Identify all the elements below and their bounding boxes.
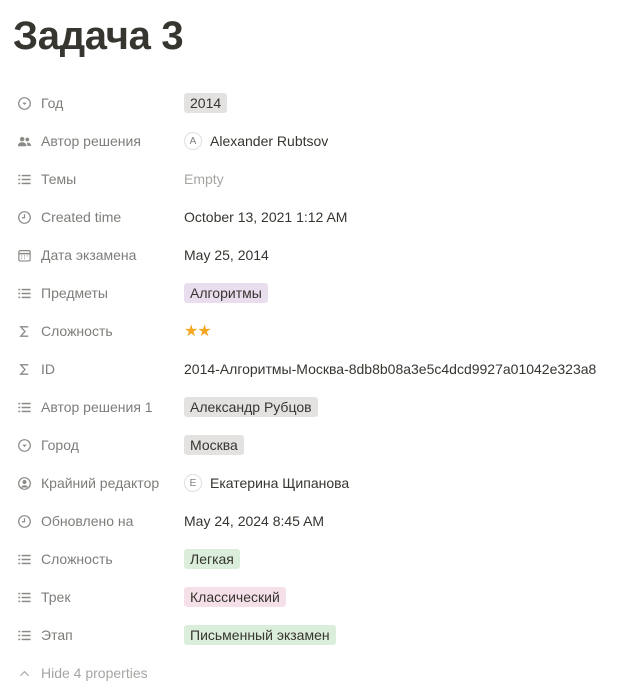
property-row-solution-author: Автор решения A Alexander Rubtsov bbox=[13, 122, 627, 160]
property-label-text: ID bbox=[41, 361, 55, 377]
property-label-id[interactable]: ID bbox=[13, 361, 184, 378]
list-icon bbox=[16, 285, 33, 302]
property-label-text: Трек bbox=[41, 589, 71, 605]
calendar-icon bbox=[16, 247, 33, 264]
list-icon bbox=[16, 399, 33, 416]
avatar: A bbox=[184, 132, 202, 150]
track-tag: Классический bbox=[184, 587, 286, 607]
property-value-last-editor: E Екатерина Щипанова bbox=[184, 474, 349, 492]
property-label-track[interactable]: Трек bbox=[13, 589, 184, 606]
subject-tag: Алгоритмы bbox=[184, 283, 268, 303]
author-tag: Александр Рубцов bbox=[184, 397, 318, 417]
property-label-stage[interactable]: Этап bbox=[13, 627, 184, 644]
property-label-text: Автор решения 1 bbox=[41, 399, 153, 415]
property-row-track: Трек Классический bbox=[13, 578, 627, 616]
property-label-text: Крайний редактор bbox=[41, 475, 160, 491]
person-name: Alexander Rubtsov bbox=[210, 133, 329, 149]
avatar: E bbox=[184, 474, 202, 492]
property-value-subjects[interactable]: Алгоритмы bbox=[184, 283, 268, 303]
property-label-topics[interactable]: Темы bbox=[13, 171, 184, 188]
property-label-difficulty[interactable]: Сложность bbox=[13, 551, 184, 568]
property-row-city: Город Москва bbox=[13, 426, 627, 464]
created-time-value: October 13, 2021 1:12 AM bbox=[184, 209, 348, 225]
property-row-difficulty: Сложность Легкая bbox=[13, 540, 627, 578]
property-label-city[interactable]: Город bbox=[13, 437, 184, 454]
chevron-up-icon bbox=[16, 665, 33, 682]
property-row-subjects: Предметы Алгоритмы bbox=[13, 274, 627, 312]
property-row-stage: Этап Письменный экзамен bbox=[13, 616, 627, 654]
exam-date-value: May 25, 2014 bbox=[184, 247, 269, 263]
property-label-solution-author-1[interactable]: Автор решения 1 bbox=[13, 399, 184, 416]
property-label-text: Город bbox=[41, 437, 79, 453]
property-row-id: ID 2014-Алгоритмы-Москва-8db8b08a3e5c4dc… bbox=[13, 350, 627, 388]
stage-tag: Письменный экзамен bbox=[184, 625, 336, 645]
year-tag: 2014 bbox=[184, 93, 228, 113]
page: Задача 3 Год 2014 Автор решения A Alexan… bbox=[0, 0, 627, 692]
hide-properties-label: Hide 4 properties bbox=[13, 665, 184, 682]
difficulty-tag: Легкая bbox=[184, 549, 240, 569]
people-icon bbox=[16, 133, 33, 150]
property-value-topics[interactable]: Empty bbox=[184, 171, 224, 187]
list-icon bbox=[16, 171, 33, 188]
page-title[interactable]: Задача 3 bbox=[13, 0, 627, 60]
property-label-difficulty-rating[interactable]: Сложность bbox=[13, 323, 184, 340]
property-label-text: Темы bbox=[41, 171, 77, 187]
property-label-solution-author[interactable]: Автор решения bbox=[13, 133, 184, 150]
property-value-difficulty-rating: ★★ bbox=[184, 321, 212, 341]
property-label-text: Предметы bbox=[41, 285, 108, 301]
updated-at-value: May 24, 2024 8:45 AM bbox=[184, 513, 325, 529]
clock-icon bbox=[16, 513, 33, 530]
select-icon bbox=[16, 95, 33, 112]
hide-properties-button[interactable]: Hide 4 properties bbox=[13, 654, 627, 692]
property-value-year[interactable]: 2014 bbox=[184, 93, 228, 113]
sigma-icon bbox=[16, 361, 33, 378]
property-label-year[interactable]: Год bbox=[13, 95, 184, 112]
property-label-text: Автор решения bbox=[41, 133, 141, 149]
property-row-topics: Темы Empty bbox=[13, 160, 627, 198]
select-icon bbox=[16, 437, 33, 454]
property-label-updated-at[interactable]: Обновлено на bbox=[13, 513, 184, 530]
property-label-text: Этап bbox=[41, 627, 73, 643]
property-label-text: Сложность bbox=[41, 323, 113, 339]
person-icon bbox=[16, 475, 33, 492]
property-row-last-editor: Крайний редактор E Екатерина Щипанова bbox=[13, 464, 627, 502]
city-tag: Москва bbox=[184, 435, 244, 455]
property-value-id: 2014-Алгоритмы-Москва-8db8b08a3e5c4dcd99… bbox=[184, 361, 596, 377]
property-label-text: Дата экзамена bbox=[41, 247, 137, 263]
property-row-solution-author-1: Автор решения 1 Александр Рубцов bbox=[13, 388, 627, 426]
property-label-text: Обновлено на bbox=[41, 513, 134, 529]
property-row-difficulty-rating: Сложность ★★ bbox=[13, 312, 627, 350]
property-row-created-time: Created time October 13, 2021 1:12 AM bbox=[13, 198, 627, 236]
property-value-created-time: October 13, 2021 1:12 AM bbox=[184, 209, 347, 225]
property-label-text: Created time bbox=[41, 209, 122, 225]
property-label-exam-date[interactable]: Дата экзамена bbox=[13, 247, 184, 264]
property-value-updated-at: May 24, 2024 8:45 AM bbox=[184, 513, 324, 529]
list-icon bbox=[16, 589, 33, 606]
property-value-difficulty[interactable]: Легкая bbox=[184, 549, 240, 569]
star-rating: ★★ bbox=[184, 323, 212, 340]
list-icon bbox=[16, 551, 33, 568]
property-label-last-editor[interactable]: Крайний редактор bbox=[13, 475, 184, 492]
property-label-created-time[interactable]: Created time bbox=[13, 209, 184, 226]
property-value-solution-author-1[interactable]: Александр Рубцов bbox=[184, 397, 318, 417]
empty-placeholder: Empty bbox=[184, 171, 224, 187]
properties-list: Год 2014 Автор решения A Alexander Rubts… bbox=[13, 84, 627, 692]
property-value-track[interactable]: Классический bbox=[184, 587, 286, 607]
property-label-text: Год bbox=[41, 95, 64, 111]
property-row-updated-at: Обновлено на May 24, 2024 8:45 AM bbox=[13, 502, 627, 540]
property-value-city[interactable]: Москва bbox=[184, 435, 244, 455]
person-name: Екатерина Щипанова bbox=[210, 475, 350, 491]
hide-properties-text: Hide 4 properties bbox=[41, 665, 148, 681]
list-icon bbox=[16, 627, 33, 644]
sigma-icon bbox=[16, 323, 33, 340]
id-value: 2014-Алгоритмы-Москва-8db8b08a3e5c4dcd99… bbox=[184, 361, 597, 377]
property-value-exam-date[interactable]: May 25, 2014 bbox=[184, 247, 269, 263]
clock-icon bbox=[16, 209, 33, 226]
property-row-exam-date: Дата экзамена May 25, 2014 bbox=[13, 236, 627, 274]
property-value-stage[interactable]: Письменный экзамен bbox=[184, 625, 336, 645]
property-label-text: Сложность bbox=[41, 551, 113, 567]
property-row-year: Год 2014 bbox=[13, 84, 627, 122]
property-value-solution-author[interactable]: A Alexander Rubtsov bbox=[184, 132, 328, 150]
property-label-subjects[interactable]: Предметы bbox=[13, 285, 184, 302]
